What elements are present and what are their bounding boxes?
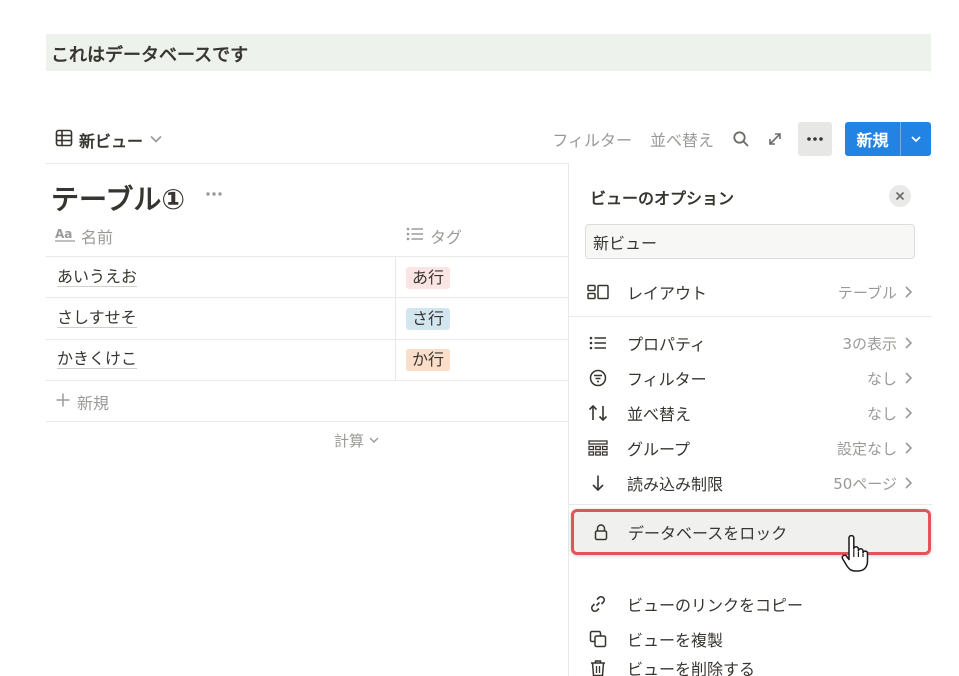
- hand-pointer-cursor-icon: [840, 534, 870, 573]
- chevron-down-icon: [149, 131, 163, 150]
- load-limit-option[interactable]: 読み込み制限 50ページ: [585, 468, 915, 498]
- column-header-name[interactable]: Aa 名前: [55, 224, 113, 248]
- tag-chip[interactable]: あ行: [406, 267, 451, 289]
- duplicate-view-label: ビューを複製: [627, 631, 724, 650]
- table-title[interactable]: テーブル①: [51, 178, 185, 218]
- row-divider: [46, 421, 568, 422]
- table-row[interactable]: かきくけこ: [57, 349, 138, 369]
- new-button-group: 新規: [845, 122, 931, 156]
- svg-text:Aa: Aa: [55, 227, 72, 241]
- row-divider: [46, 297, 568, 298]
- filter-value: なし: [866, 369, 897, 388]
- filter-icon: [585, 365, 611, 391]
- callout-block: これはデータベースです: [46, 34, 931, 71]
- list-icon: [585, 330, 611, 356]
- name-cell[interactable]: あいうえお: [57, 267, 138, 287]
- column-header-tag[interactable]: タグ: [406, 224, 462, 248]
- sort-option[interactable]: 並べ替え なし: [585, 398, 915, 428]
- delete-view-option[interactable]: ビューを削除する: [585, 659, 915, 676]
- sort-label: 並べ替え: [627, 405, 692, 424]
- tag-chip[interactable]: か行: [406, 349, 451, 371]
- duplicate-icon: [585, 626, 611, 652]
- calculate-button[interactable]: 計算: [334, 430, 380, 451]
- name-cell[interactable]: かきくけこ: [57, 349, 138, 369]
- layout-icon: [585, 279, 611, 305]
- group-value: 設定なし: [836, 439, 897, 458]
- copy-view-link-option[interactable]: ビューのリンクをコピー: [585, 589, 915, 619]
- properties-label: プロパティ: [627, 335, 707, 354]
- properties-value: 3の表示: [842, 334, 897, 353]
- sort-button[interactable]: 並べ替え: [650, 127, 714, 151]
- view-name-input[interactable]: [585, 224, 915, 259]
- lock-database-option[interactable]: データベースをロック: [571, 509, 931, 555]
- search-icon[interactable]: [728, 126, 754, 152]
- new-button[interactable]: 新規: [845, 122, 901, 156]
- layout-value: テーブル: [837, 283, 897, 302]
- list-icon: [406, 226, 424, 246]
- properties-option[interactable]: プロパティ 3の表示: [585, 328, 915, 358]
- lock-database-label: データベースをロック: [628, 524, 788, 543]
- column-divider: [395, 256, 396, 380]
- filter-label: フィルター: [627, 370, 707, 389]
- chevron-down-icon: [368, 432, 380, 450]
- add-row-button[interactable]: 新規: [55, 390, 109, 414]
- chevron-right-icon: [903, 336, 915, 350]
- view-switcher[interactable]: 新ビュー: [55, 129, 163, 151]
- more-options-icon[interactable]: [798, 122, 832, 156]
- table-icon: [55, 129, 73, 151]
- row-divider: [46, 256, 568, 257]
- layout-label: レイアウト: [627, 284, 708, 303]
- chevron-right-icon: [903, 371, 915, 385]
- add-row-label: 新規: [77, 394, 110, 413]
- arrow-down-icon: [585, 470, 611, 496]
- copy-view-link-label: ビューのリンクをコピー: [627, 596, 804, 615]
- chevron-right-icon: [903, 406, 915, 420]
- sort-value: なし: [866, 404, 897, 423]
- chevron-right-icon: [903, 285, 915, 299]
- panel-divider: [569, 316, 932, 317]
- chevron-right-icon: [903, 441, 915, 455]
- tag-chip[interactable]: さ行: [406, 308, 451, 330]
- link-icon: [585, 591, 611, 617]
- row-divider: [46, 339, 568, 340]
- trash-icon: [585, 659, 611, 676]
- panel-divider: [569, 504, 932, 505]
- title-more-icon[interactable]: [202, 183, 226, 205]
- text-aa-icon: Aa: [55, 226, 75, 246]
- load-limit-label: 読み込み制限: [627, 475, 724, 494]
- column-header-label: タグ: [430, 228, 463, 247]
- duplicate-view-option[interactable]: ビューを複製: [585, 624, 915, 654]
- panel-title: ビューのオプション: [590, 189, 735, 208]
- expand-icon[interactable]: [762, 126, 788, 152]
- group-icon: [585, 435, 611, 461]
- layout-option[interactable]: レイアウト テーブル: [585, 277, 915, 307]
- view-name-label: 新ビュー: [79, 132, 144, 151]
- plus-icon: [55, 392, 71, 412]
- sort-icon: [585, 400, 611, 426]
- view-options-panel: ビューのオプション レイアウト テーブル プロパティ 3の表示 フィルター なし…: [568, 163, 932, 676]
- delete-view-label: ビューを削除する: [627, 659, 756, 676]
- lock-icon: [588, 519, 614, 545]
- callout-text: これはデータベースです: [51, 45, 249, 66]
- chevron-right-icon: [903, 476, 915, 490]
- group-option[interactable]: グループ 設定なし: [585, 433, 915, 463]
- filter-button[interactable]: フィルター: [552, 127, 632, 151]
- table-row[interactable]: さしすせそ: [57, 308, 137, 328]
- name-cell[interactable]: さしすせそ: [57, 308, 137, 328]
- column-header-label: 名前: [81, 228, 114, 247]
- new-dropdown-chevron-icon[interactable]: [901, 122, 931, 156]
- row-divider: [46, 380, 568, 381]
- toolbar-divider: [46, 163, 568, 164]
- group-label: グループ: [627, 440, 691, 459]
- table-row[interactable]: あいうえお: [57, 267, 138, 287]
- load-limit-value: 50ページ: [833, 474, 897, 493]
- close-icon[interactable]: [889, 185, 911, 207]
- filter-option[interactable]: フィルター なし: [585, 363, 915, 393]
- database-toolbar: 新ビュー フィルター 並べ替え 新規: [46, 121, 931, 157]
- calculate-label: 計算: [334, 432, 365, 450]
